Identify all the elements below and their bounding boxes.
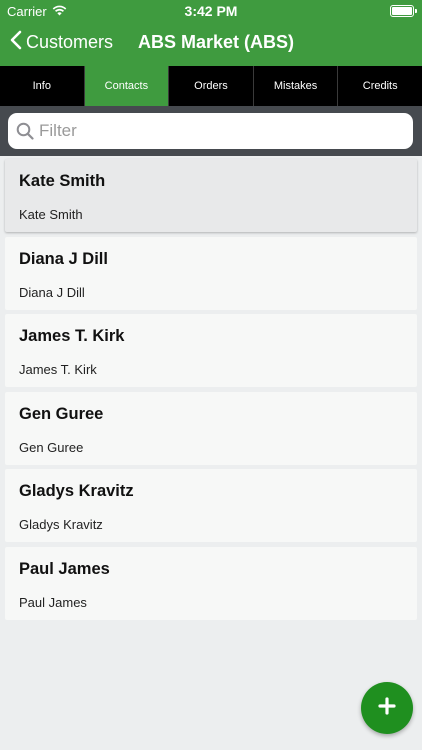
contact-row[interactable]: Kate Smith Kate Smith [5,159,417,232]
tab-label: Orders [194,80,228,92]
back-button[interactable]: Customers [10,30,113,55]
contact-row[interactable]: Gladys Kravitz Gladys Kravitz [5,469,417,542]
contact-name: James T. Kirk [19,327,125,345]
search-field[interactable] [8,113,413,149]
contact-row[interactable]: James T. Kirk James T. Kirk [5,314,417,387]
contact-subtitle: Kate Smith [19,207,83,222]
contact-name: Diana J Dill [19,249,108,268]
contact-row[interactable]: Gen Guree Gen Guree [5,391,417,465]
tab-label: Mistakes [273,80,318,92]
filter-input[interactable] [39,121,389,141]
tab-mistakes[interactable]: Mistakes [254,66,339,106]
chevron-left-icon [10,30,26,55]
tab-bar: Info Contacts Orders Mistakes Credits [0,66,422,106]
contact-list: Kate Smith Kate Smith Diana J Dill Diana… [5,159,417,624]
tab-contacts[interactable]: Contacts [84,66,170,106]
contact-subtitle: Diana J Dill [19,284,85,300]
tab-label: Credits [362,80,398,92]
contact-row[interactable]: Diana J Dill Diana J Dill [5,236,417,310]
contact-name: Gen Guree [19,404,104,423]
contact-row[interactable]: Paul James Paul James [5,546,417,620]
tab-info[interactable]: Info [0,66,85,106]
contact-subtitle: Gen Guree [19,439,84,455]
contact-subtitle: Paul James [19,594,87,610]
contact-name: Paul James [19,559,110,578]
search-icon [16,122,34,140]
tab-credits[interactable]: Credits [338,66,422,106]
back-label: Customers [26,32,114,52]
battery-icon [390,5,417,17]
search-bar [0,106,422,156]
contact-name: Gladys Kravitz [19,482,134,500]
tab-label: Contacts [104,80,149,92]
status-bar: Carrier 3:42 PM [0,0,422,22]
page-title: ABS Market (ABS) [138,32,295,52]
navigation-bar: Customers ABS Market (ABS) [0,24,422,64]
app-header: Carrier 3:42 PM Customers ABS Market (AB… [0,0,422,66]
contact-subtitle: James T. Kirk [19,362,97,377]
status-time: 3:42 PM [184,3,238,19]
contact-subtitle: Gladys Kravitz [19,517,103,532]
tab-label: Info [32,80,51,92]
tab-orders[interactable]: Orders [169,66,254,106]
plus-icon [378,696,396,720]
contact-name: Kate Smith [19,172,106,190]
add-contact-button[interactable] [361,682,413,734]
